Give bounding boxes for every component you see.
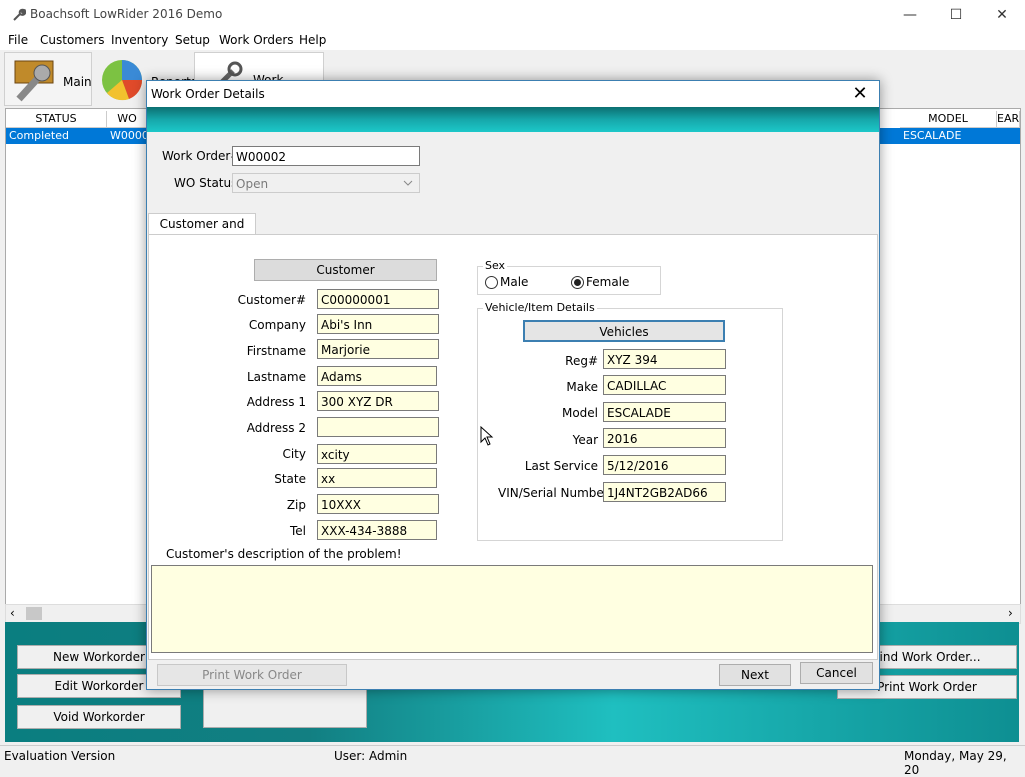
wo-status-value: Open [236, 177, 269, 191]
address2-field[interactable] [317, 417, 439, 437]
zip-label: Zip [286, 498, 306, 512]
status-date: Monday, May 29, 20 [904, 749, 1007, 777]
wo-number-field[interactable]: W00002 [232, 146, 420, 166]
window-title: Boachsoft LowRider 2016 Demo [30, 7, 223, 21]
menu-help[interactable]: Help [299, 33, 326, 47]
pie-chart-icon [99, 57, 145, 106]
column-header-status[interactable]: STATUS [6, 111, 107, 128]
menu-bar: File Customers Inventory Setup Work Orde… [0, 30, 1025, 50]
tab-customer-and-item[interactable]: Customer and Item [148, 213, 256, 251]
zip-field[interactable]: 10XXX [317, 494, 439, 514]
city-field[interactable]: xcity [317, 444, 437, 464]
customer-number-label: Customer# [237, 293, 306, 307]
wo-status-label: WO Status [174, 176, 238, 190]
female-radio[interactable] [571, 276, 584, 289]
wrench-icon [9, 57, 59, 106]
column-header-model[interactable]: MODEL [900, 111, 997, 128]
address2-label: Address 2 [246, 421, 306, 435]
dialog-tab-strip: Customer and Item [147, 213, 879, 251]
reg-field[interactable]: XYZ 394 [603, 349, 726, 369]
wrench-icon [12, 8, 27, 22]
model-label: Model [561, 406, 598, 420]
dialog-title-bar: Work Order Details ✕ [147, 81, 879, 107]
void-workorder-button[interactable]: Void Workorder [17, 705, 181, 729]
menu-inventory[interactable]: Inventory [111, 33, 168, 47]
menu-setup[interactable]: Setup [175, 33, 210, 47]
menu-work-orders[interactable]: Work Orders [219, 33, 294, 47]
menu-customers[interactable]: Customers [40, 33, 105, 47]
title-bar: Boachsoft LowRider 2016 Demo — ☐ ✕ [0, 0, 1025, 30]
print-work-order-button[interactable]: Print Work Order [157, 664, 347, 686]
tel-field[interactable]: XXX-434-3888 [317, 520, 437, 540]
row-wo: W0000 [110, 129, 149, 142]
sex-group: Sex Male Female [477, 259, 661, 295]
cancel-button[interactable]: Cancel [800, 662, 873, 684]
firstname-field[interactable]: Marjorie [317, 339, 439, 359]
menu-file[interactable]: File [8, 33, 28, 47]
row-model: ESCALADE [903, 129, 962, 142]
customer-button[interactable]: Customer [254, 259, 437, 281]
male-label: Male [500, 275, 529, 289]
vin-label: VIN/Serial Number [498, 486, 609, 500]
column-header-wo[interactable]: WO [107, 111, 148, 128]
state-field[interactable]: xx [317, 468, 437, 488]
tab-main[interactable]: Main [4, 52, 92, 106]
lastname-label: Lastname [246, 370, 306, 384]
city-label: City [282, 447, 306, 461]
company-label: Company [248, 318, 306, 332]
vehicle-group-title: Vehicle/Item Details [483, 301, 597, 314]
dialog-close-button[interactable]: ✕ [845, 83, 875, 105]
address1-field[interactable]: 300 XYZ DR [317, 391, 439, 411]
customer-number-field[interactable]: C00000001 [317, 289, 439, 309]
last-service-label: Last Service [524, 459, 598, 473]
lastname-field[interactable]: Adams [317, 366, 437, 386]
row-status: Completed [9, 129, 69, 142]
sex-group-title: Sex [483, 259, 508, 272]
column-header-year[interactable]: EAR [997, 111, 1020, 128]
dialog-header-band [147, 107, 879, 132]
reg-label: Reg# [565, 354, 598, 368]
dialog-title: Work Order Details [151, 87, 265, 101]
minimize-button[interactable]: — [887, 0, 933, 30]
scroll-thumb[interactable] [26, 607, 42, 620]
chevron-down-icon [403, 174, 413, 198]
maximize-button[interactable]: ☐ [933, 0, 979, 30]
address1-label: Address 1 [246, 395, 306, 409]
vehicles-button[interactable]: Vehicles [523, 320, 725, 342]
tel-label: Tel [289, 524, 306, 538]
work-order-dialog: Work Order Details ✕ Work Order# W00002 … [146, 80, 880, 690]
main-label: Main [63, 75, 92, 89]
model-field[interactable]: ESCALADE [603, 402, 726, 422]
firstname-label: Firstname [246, 344, 306, 358]
vehicle-group: Vehicle/Item Details Vehicles Reg# XYZ 3… [477, 301, 783, 541]
status-evaluation: Evaluation Version [4, 749, 116, 763]
status-user: User: Admin [334, 749, 408, 763]
last-service-field[interactable]: 5/12/2016 [603, 455, 726, 475]
status-bar: Evaluation Version User: Admin Monday, M… [0, 745, 1025, 777]
make-field[interactable]: CADILLAC [603, 375, 726, 395]
scroll-left-icon[interactable]: ‹ [10, 606, 15, 620]
close-button[interactable]: ✕ [979, 0, 1025, 30]
wo-status-select[interactable]: Open [232, 173, 420, 193]
male-radio[interactable] [485, 276, 498, 289]
female-label: Female [586, 275, 630, 289]
scroll-right-icon[interactable]: › [1008, 606, 1013, 620]
wo-number-label: Work Order# [162, 149, 241, 163]
problem-description-textarea[interactable] [151, 565, 873, 653]
make-label: Make [566, 380, 598, 394]
next-button[interactable]: Next [719, 664, 791, 686]
vin-field[interactable]: 1J4NT2GB2AD66 [603, 482, 726, 502]
year-field[interactable]: 2016 [603, 428, 726, 448]
problem-label: Customer's description of the problem! [166, 547, 402, 561]
year-label: Year [572, 433, 598, 447]
state-label: State [274, 472, 306, 486]
radio-selected-dot [574, 279, 581, 286]
company-field[interactable]: Abi's Inn [317, 314, 439, 334]
mouse-cursor-icon [480, 425, 494, 449]
